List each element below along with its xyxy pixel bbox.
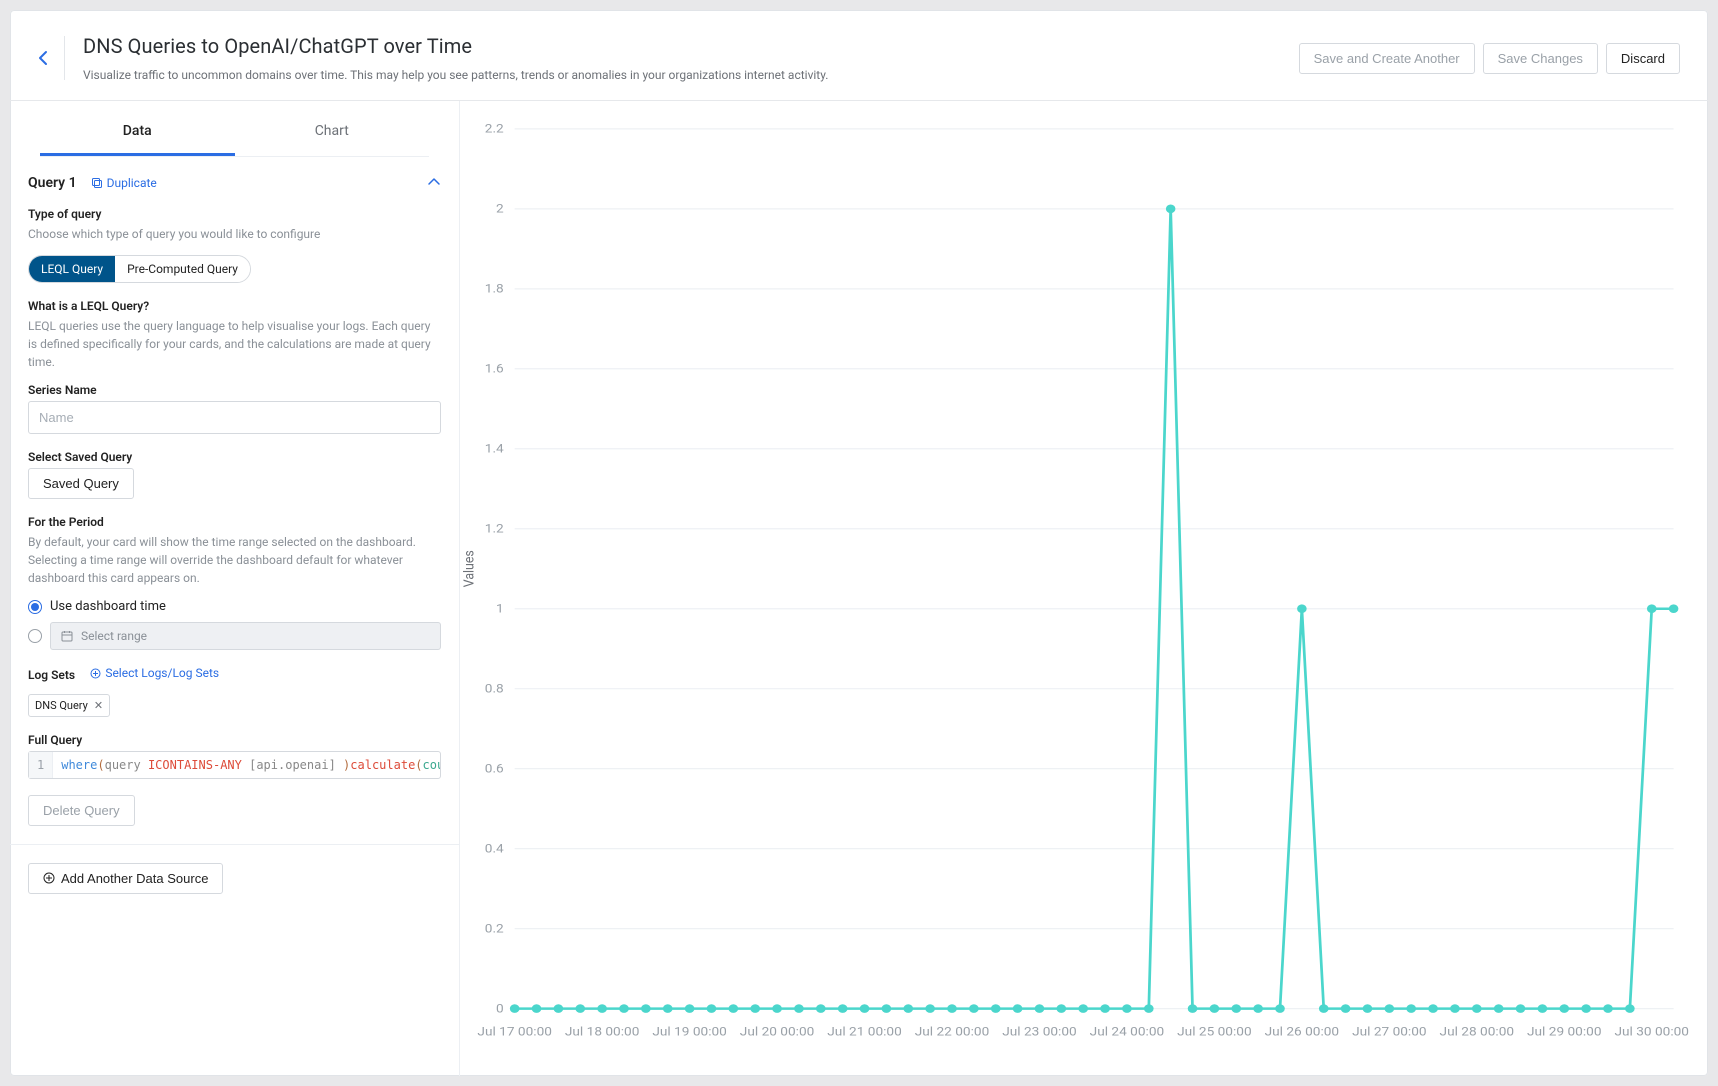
select-range-radio[interactable]: Select range — [28, 622, 441, 650]
period-label: For the Period — [28, 515, 441, 529]
leql-help: LEQL queries use the query language to h… — [28, 317, 441, 371]
plus-circle-icon — [43, 872, 55, 884]
period-help: By default, your card will show the time… — [28, 533, 441, 587]
svg-text:Jul 18 00:00: Jul 18 00:00 — [565, 1025, 640, 1039]
svg-text:Jul 22 00:00: Jul 22 00:00 — [915, 1025, 990, 1039]
svg-text:Jul 30 00:00: Jul 30 00:00 — [1614, 1025, 1689, 1039]
calendar-icon — [61, 630, 73, 642]
chart: 0 0.2 0.4 0.6 0.8 1 1.2 1.4 1.6 1.8 2 2.2 Values Jul … — [460, 119, 1690, 1058]
duplicate-label: Duplicate — [107, 176, 157, 190]
full-query-editor[interactable]: 1 where(query ICONTAINS-ANY [api.openai]… — [28, 751, 441, 779]
plus-circle-icon — [90, 668, 101, 679]
close-icon[interactable]: ✕ — [94, 699, 103, 712]
tab-chart[interactable]: Chart — [235, 109, 430, 156]
type-of-query-label: Type of query — [28, 207, 441, 221]
svg-text:2: 2 — [496, 202, 504, 216]
leql-what-label: What is a LEQL Query? — [28, 299, 441, 313]
type-of-query-help: Choose which type of query you would lik… — [28, 225, 441, 243]
tab-data[interactable]: Data — [40, 109, 235, 156]
svg-text:Jul 23 00:00: Jul 23 00:00 — [1002, 1025, 1077, 1039]
svg-text:Jul 27 00:00: Jul 27 00:00 — [1352, 1025, 1427, 1039]
series-name-input[interactable] — [28, 401, 441, 434]
use-dashboard-time-radio[interactable]: Use dashboard time — [28, 599, 441, 614]
log-set-chip: DNS Query ✕ — [28, 694, 110, 717]
svg-text:1: 1 — [496, 602, 504, 616]
svg-text:0.4: 0.4 — [485, 842, 505, 856]
svg-text:Values: Values — [462, 550, 478, 587]
page-title: DNS Queries to OpenAI/ChatGPT over Time — [83, 34, 1299, 58]
svg-text:0.2: 0.2 — [485, 922, 504, 936]
add-source-label: Add Another Data Source — [61, 871, 208, 886]
svg-text:1.2: 1.2 — [485, 522, 504, 536]
duplicate-query-link[interactable]: Duplicate — [91, 176, 157, 190]
left-column: Data Chart Query 1 Duplicate Type of que… — [10, 101, 460, 1076]
svg-text:Jul 17 00:00: Jul 17 00:00 — [477, 1025, 552, 1039]
select-logs-label: Select Logs/Log Sets — [105, 666, 219, 680]
back-button[interactable] — [28, 43, 58, 73]
svg-text:Jul 26 00:00: Jul 26 00:00 — [1265, 1025, 1340, 1039]
series-name-label: Series Name — [28, 383, 441, 397]
right-column: 0 0.2 0.4 0.6 0.8 1 1.2 1.4 1.6 1.8 2 2.2 Values Jul … — [460, 101, 1708, 1076]
svg-text:Jul 24 00:00: Jul 24 00:00 — [1090, 1025, 1165, 1039]
tabs: Data Chart — [40, 101, 429, 157]
full-query-label: Full Query — [28, 733, 441, 747]
svg-text:1.6: 1.6 — [485, 362, 504, 376]
radio-icon-unchecked — [28, 629, 42, 643]
save-and-create-button[interactable]: Save and Create Another — [1299, 43, 1475, 74]
svg-text:1.4: 1.4 — [485, 442, 505, 456]
svg-text:Jul 28 00:00: Jul 28 00:00 — [1440, 1025, 1515, 1039]
select-logs-link[interactable]: Select Logs/Log Sets — [90, 666, 219, 680]
saved-query-label: Select Saved Query — [28, 450, 441, 464]
save-changes-button[interactable]: Save Changes — [1483, 43, 1598, 74]
duplicate-icon — [91, 177, 103, 189]
svg-text:Jul 21 00:00: Jul 21 00:00 — [827, 1025, 902, 1039]
query-panel: Query 1 Duplicate Type of query Choose w… — [10, 157, 459, 845]
full-query-text: where(query ICONTAINS-ANY [api.openai] )… — [53, 752, 440, 778]
log-set-chip-label: DNS Query — [35, 699, 88, 712]
app-header: DNS Queries to OpenAI/ChatGPT over Time … — [10, 10, 1708, 101]
seg-precomputed-query[interactable]: Pre-Computed Query — [115, 256, 250, 282]
page-description: Visualize traffic to uncommon domains ov… — [83, 68, 1299, 82]
radio-icon-checked — [28, 600, 42, 614]
svg-text:Jul 19 00:00: Jul 19 00:00 — [652, 1025, 727, 1039]
log-sets-label: Log Sets — [28, 668, 75, 682]
code-gutter: 1 — [29, 752, 53, 778]
query-type-segmented: LEQL Query Pre-Computed Query — [28, 255, 251, 283]
svg-text:2.2: 2.2 — [485, 122, 504, 136]
collapse-toggle[interactable] — [427, 176, 441, 191]
discard-button[interactable]: Discard — [1606, 43, 1680, 74]
svg-text:Jul 20 00:00: Jul 20 00:00 — [740, 1025, 815, 1039]
use-dashboard-time-label: Use dashboard time — [50, 599, 166, 614]
seg-leql-query[interactable]: LEQL Query — [29, 256, 115, 282]
add-another-data-source-button[interactable]: Add Another Data Source — [28, 863, 223, 894]
svg-text:0.6: 0.6 — [485, 762, 504, 776]
svg-text:Jul 25 00:00: Jul 25 00:00 — [1177, 1025, 1252, 1039]
select-range-box[interactable]: Select range — [50, 622, 441, 650]
chevron-up-icon — [427, 177, 441, 187]
saved-query-button[interactable]: Saved Query — [28, 468, 134, 499]
svg-text:0: 0 — [496, 1002, 504, 1016]
select-range-label: Select range — [81, 629, 147, 643]
svg-text:1.8: 1.8 — [485, 282, 504, 296]
query-title: Query 1 — [28, 175, 77, 191]
delete-query-button[interactable]: Delete Query — [28, 795, 135, 826]
svg-text:Jul 29 00:00: Jul 29 00:00 — [1527, 1025, 1602, 1039]
chevron-left-icon — [37, 50, 49, 66]
header-divider — [64, 36, 65, 80]
svg-text:0.8: 0.8 — [485, 682, 504, 696]
